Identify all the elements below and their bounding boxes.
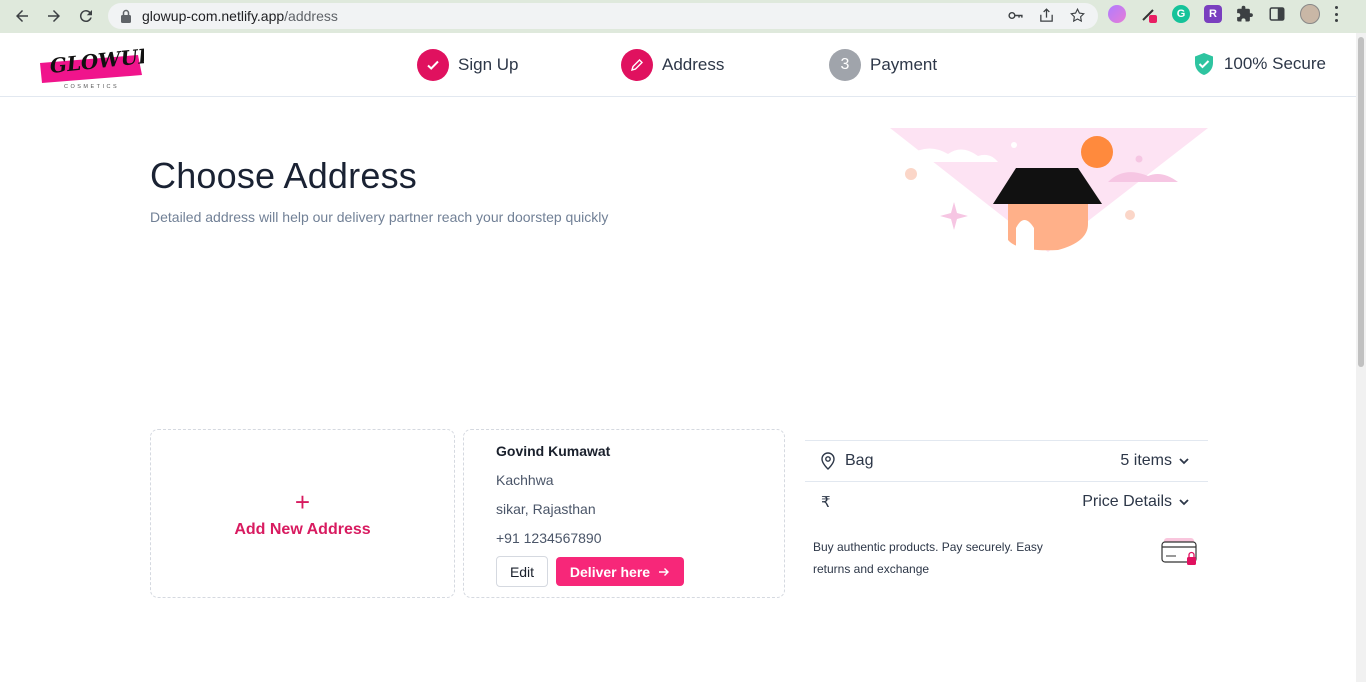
plus-icon: + (294, 486, 311, 517)
scrollbar-thumb[interactable] (1358, 37, 1364, 367)
add-new-address-card[interactable]: + Add New Address (150, 429, 455, 598)
key-icon[interactable] (1007, 7, 1024, 24)
chevron-down-icon (1179, 499, 1189, 506)
shield-check-icon (1194, 53, 1213, 75)
price-details-row[interactable]: ₹ Price Details (805, 481, 1208, 522)
side-panel-icon[interactable] (1268, 5, 1286, 23)
arrow-right-icon (659, 567, 670, 576)
step-address: Address (621, 49, 724, 81)
url-path: /address (284, 8, 338, 24)
secure-payment-text: Buy authentic products. Pay securely. Ea… (813, 540, 1043, 576)
bag-count: 5 items (1120, 452, 1172, 469)
check-icon (417, 49, 449, 81)
extension-r-icon[interactable]: R (1204, 5, 1222, 23)
add-new-address-label: Add New Address (234, 520, 371, 538)
step-payment: 3 Payment (829, 49, 937, 81)
secure-badge: 100% Secure (1193, 52, 1326, 76)
browser-menu-icon[interactable] (1334, 6, 1338, 22)
address-name: Govind Kumawat (496, 443, 611, 459)
step-address-label: Address (662, 55, 725, 74)
page-subtitle: Detailed address will help our delivery … (150, 209, 609, 225)
step-signup-label: Sign Up (458, 55, 519, 74)
house-illustration (890, 128, 1208, 252)
forward-icon[interactable] (38, 1, 70, 31)
profile-avatar[interactable] (1300, 4, 1320, 24)
site-header: GLOWUP COSMETICS Sign Up Address 3 Payme… (0, 33, 1356, 97)
step-payment-label: Payment (870, 55, 938, 74)
location-pin-icon (821, 452, 835, 470)
extension-pen-icon[interactable] (1140, 5, 1158, 23)
chevron-down-icon (1179, 458, 1189, 465)
url-host: glowup-com.netlify.app (142, 8, 285, 24)
secure-payment-note: Buy authentic products. Pay securely. Ea… (805, 522, 1208, 580)
bag-row[interactable]: Bag 5 items (805, 440, 1208, 481)
step-number: 3 (829, 49, 861, 81)
deliver-here-label: Deliver here (569, 563, 651, 580)
back-icon[interactable] (6, 1, 38, 31)
bag-label: Bag (845, 452, 874, 469)
deliver-here-button[interactable]: Deliver here (556, 557, 684, 586)
grammarly-icon[interactable]: G (1172, 5, 1190, 23)
pencil-icon (621, 49, 653, 81)
reload-icon[interactable] (70, 1, 102, 31)
extensions-puzzle-icon[interactable] (1236, 5, 1254, 23)
page-title: Choose Address (150, 155, 417, 196)
rupee-icon: ₹ (821, 494, 831, 511)
extension-purple-icon[interactable] (1108, 5, 1126, 23)
secure-label: 100% Secure (1223, 54, 1326, 73)
edit-address-button[interactable]: Edit (496, 556, 548, 587)
svg-text:COSMETICS: COSMETICS (64, 84, 119, 89)
secure-card-icon (1161, 538, 1197, 565)
price-details-label: Price Details (1082, 493, 1172, 510)
order-summary: Bag 5 items ₹ Price Details Buy authenti… (805, 440, 1208, 580)
address-bar[interactable]: glowup-com.netlify.app/address (108, 3, 1098, 29)
address-line1: Kachhwa (496, 472, 554, 488)
lock-icon (121, 9, 131, 23)
page-scrollbar[interactable] (1356, 33, 1366, 682)
saved-address-card[interactable]: Govind Kumawat Kachhwa sikar, Rajasthan … (463, 429, 785, 598)
address-phone: +91 1234567890 (496, 530, 602, 546)
step-signup: Sign Up (417, 49, 518, 81)
address-line2: sikar, Rajasthan (496, 501, 596, 517)
share-icon[interactable] (1038, 7, 1055, 24)
browser-toolbar: glowup-com.netlify.app/address G R (0, 0, 1366, 33)
glowup-logo[interactable]: GLOWUP COSMETICS (38, 41, 144, 89)
bookmark-star-icon[interactable] (1069, 7, 1086, 24)
